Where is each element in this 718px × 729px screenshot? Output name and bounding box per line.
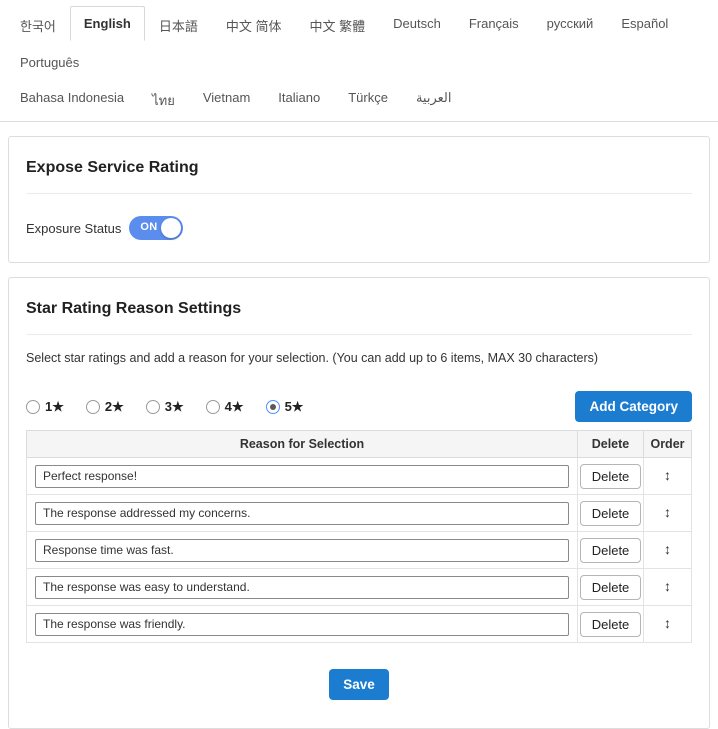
add-category-button[interactable]: Add Category	[575, 391, 692, 422]
delete-button-5[interactable]: Delete	[580, 612, 642, 637]
drag-order-icon[interactable]: ↕	[664, 541, 671, 557]
save-row: Save	[26, 669, 692, 700]
radio-4-star-label: 4★	[225, 399, 244, 415]
radio-circle-icon	[26, 400, 40, 414]
order-cell: ↕	[644, 495, 692, 532]
reason-input-3[interactable]	[35, 539, 569, 562]
rating-controls-row: 1★ 2★ 3★ 4★ 5★ Add Category	[26, 391, 692, 422]
delete-button-1[interactable]: Delete	[580, 464, 642, 489]
tab-english[interactable]: English	[70, 6, 145, 41]
radio-3-star[interactable]: 3★	[146, 399, 184, 415]
table-row: Delete ↕	[27, 495, 692, 532]
tab-turkish[interactable]: Türkçe	[334, 80, 402, 115]
header-delete: Delete	[578, 431, 644, 458]
radio-5-star[interactable]: 5★	[266, 399, 304, 415]
tab-thai[interactable]: ไทย	[138, 80, 189, 121]
header-order: Order	[644, 431, 692, 458]
table-row: Delete ↕	[27, 532, 692, 569]
radio-1-star-label: 1★	[45, 399, 64, 415]
radio-circle-icon	[86, 400, 100, 414]
table-row: Delete ↕	[27, 606, 692, 643]
radio-selected-icon	[266, 400, 280, 414]
reason-input-4[interactable]	[35, 576, 569, 599]
reason-cell	[27, 458, 578, 495]
drag-order-icon[interactable]: ↕	[664, 467, 671, 483]
tab-russian[interactable]: русский	[533, 6, 608, 41]
radio-circle-icon	[146, 400, 160, 414]
order-cell: ↕	[644, 569, 692, 606]
panel-divider	[26, 193, 692, 194]
delete-button-4[interactable]: Delete	[580, 575, 642, 600]
star-rating-reason-panel: Star Rating Reason Settings Select star …	[8, 277, 710, 729]
language-tabbar: 한국어 English 日本語 中文 简体 中文 繁體 Deutsch Fran…	[0, 0, 718, 122]
drag-order-icon[interactable]: ↕	[664, 615, 671, 631]
toggle-on-label: ON	[140, 221, 157, 233]
delete-button-2[interactable]: Delete	[580, 501, 642, 526]
radio-2-star-label: 2★	[105, 399, 124, 415]
header-reason-for-selection: Reason for Selection	[27, 431, 578, 458]
reason-input-2[interactable]	[35, 502, 569, 525]
radio-4-star[interactable]: 4★	[206, 399, 244, 415]
panel-divider	[26, 334, 692, 335]
drag-order-icon[interactable]: ↕	[664, 578, 671, 594]
order-cell: ↕	[644, 458, 692, 495]
reason-cell	[27, 532, 578, 569]
tab-japanese[interactable]: 日本語	[145, 6, 212, 45]
table-row: Delete ↕	[27, 458, 692, 495]
order-cell: ↕	[644, 606, 692, 643]
exposure-status-row: Exposure Status ON	[26, 208, 692, 246]
reason-panel-title: Star Rating Reason Settings	[26, 294, 692, 320]
reason-table: Reason for Selection Delete Order Delete…	[26, 430, 692, 643]
exposure-status-label: Exposure Status	[26, 221, 121, 236]
reason-cell	[27, 495, 578, 532]
tab-indonesian[interactable]: Bahasa Indonesia	[6, 80, 138, 115]
reason-section-description: Select star ratings and add a reason for…	[26, 351, 692, 365]
tab-vietnamese[interactable]: Vietnam	[189, 80, 264, 115]
tab-chinese-traditional[interactable]: 中文 繁體	[295, 6, 379, 45]
delete-cell: Delete	[578, 532, 644, 569]
expose-panel-title: Expose Service Rating	[26, 153, 692, 179]
order-cell: ↕	[644, 532, 692, 569]
reason-cell	[27, 606, 578, 643]
delete-cell: Delete	[578, 606, 644, 643]
tab-spanish[interactable]: Español	[607, 6, 682, 41]
tab-italian[interactable]: Italiano	[264, 80, 334, 115]
save-button[interactable]: Save	[329, 669, 389, 700]
toggle-knob-icon	[161, 218, 181, 238]
delete-cell: Delete	[578, 495, 644, 532]
star-rating-radio-group: 1★ 2★ 3★ 4★ 5★	[26, 399, 303, 415]
radio-5-star-label: 5★	[285, 399, 304, 415]
tab-korean[interactable]: 한국어	[6, 6, 70, 45]
delete-cell: Delete	[578, 458, 644, 495]
drag-order-icon[interactable]: ↕	[664, 504, 671, 520]
tab-portuguese[interactable]: Português	[6, 45, 93, 80]
radio-2-star[interactable]: 2★	[86, 399, 124, 415]
radio-3-star-label: 3★	[165, 399, 184, 415]
delete-cell: Delete	[578, 569, 644, 606]
exposure-status-toggle[interactable]: ON	[129, 216, 183, 240]
tab-arabic[interactable]: العربية	[402, 80, 466, 116]
tab-chinese-simplified[interactable]: 中文 简体	[212, 6, 296, 45]
tab-french[interactable]: Français	[455, 6, 533, 41]
radio-circle-icon	[206, 400, 220, 414]
table-header-row: Reason for Selection Delete Order	[27, 431, 692, 458]
reason-input-5[interactable]	[35, 613, 569, 636]
expose-service-rating-panel: Expose Service Rating Exposure Status ON	[8, 136, 710, 263]
table-row: Delete ↕	[27, 569, 692, 606]
delete-button-3[interactable]: Delete	[580, 538, 642, 563]
reason-cell	[27, 569, 578, 606]
radio-1-star[interactable]: 1★	[26, 399, 64, 415]
tab-german[interactable]: Deutsch	[379, 6, 455, 41]
reason-input-1[interactable]	[35, 465, 569, 488]
